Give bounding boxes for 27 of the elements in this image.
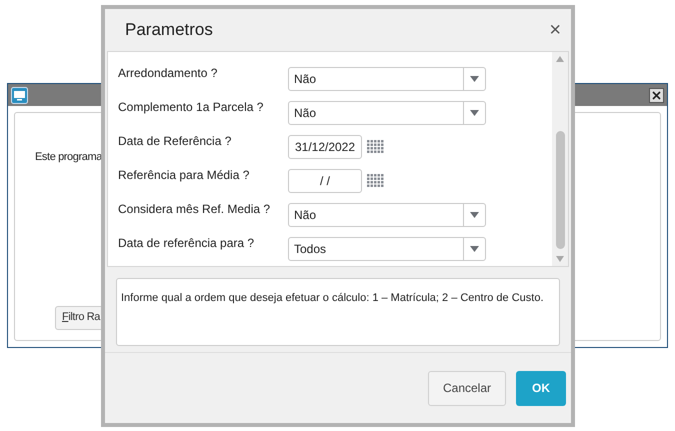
date-field[interactable]: 31/12/2022: [288, 135, 362, 159]
close-icon[interactable]: [649, 88, 664, 102]
dropdown[interactable]: Não: [288, 67, 486, 91]
caret-icon: [470, 246, 479, 252]
field-label: Arredondamento ?: [118, 65, 218, 82]
dropdown[interactable]: Não: [288, 101, 486, 125]
field-label: Referência para Média ?: [118, 167, 250, 184]
date-field[interactable]: / /: [288, 169, 362, 193]
field-label: Data de Referência ?: [118, 133, 232, 150]
caret-icon: [470, 110, 479, 116]
cancel-button[interactable]: Cancelar: [428, 370, 506, 406]
scroll-down-icon[interactable]: [556, 256, 564, 262]
field-label: Considera mês Ref. Media ?: [118, 201, 272, 218]
dropdown[interactable]: Não: [288, 203, 486, 227]
description-text: Este programa: [35, 150, 103, 165]
close-button[interactable]: ×: [549, 20, 561, 40]
help-text: Informe qual a ordem que deseja efetuar o cálculo: 1 – Matrícula; 2 – Centro de Custo.: [121, 292, 544, 304]
dropdown[interactable]: Todos: [288, 237, 486, 261]
dialog-title: Parametros: [125, 19, 213, 42]
field-label: Complemento 1a Parcela ?: [118, 99, 264, 116]
calendar-icon[interactable]: [367, 140, 384, 154]
monitor-icon: [11, 86, 28, 104]
caret-icon: [470, 212, 479, 218]
scroll-up-icon[interactable]: [556, 56, 564, 62]
field-label: Data de referência para ?: [118, 235, 256, 252]
calendar-icon[interactable]: [367, 174, 384, 188]
scrollbar[interactable]: [552, 52, 568, 266]
